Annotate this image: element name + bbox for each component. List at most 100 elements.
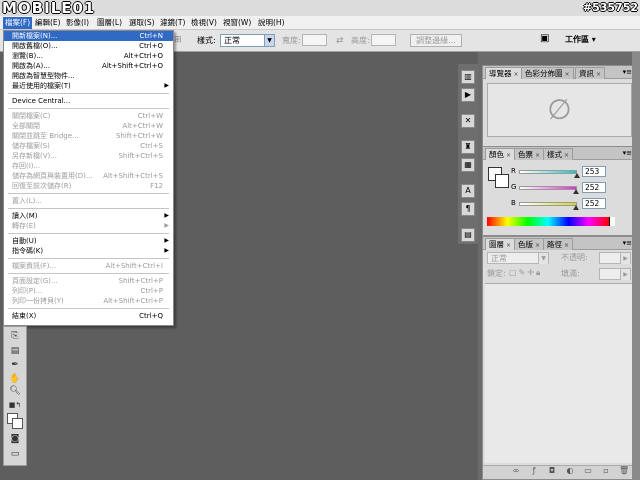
- channel-slider[interactable]: [519, 202, 577, 206]
- actions-dock-icon[interactable]: ▶: [461, 88, 475, 102]
- pen-tool-icon[interactable]: ✒: [7, 359, 23, 371]
- file-menu-item[interactable]: Device Central...: [4, 96, 173, 106]
- slider-knob[interactable]: [573, 205, 580, 210]
- submenu-arrow-icon: ▶: [164, 247, 169, 254]
- quick-mask-icon[interactable]: ◙: [7, 433, 23, 445]
- delete-layer-icon[interactable]: 🗑︎: [619, 466, 629, 476]
- submenu-arrow-icon: ▶: [164, 82, 169, 89]
- file-menu-item[interactable]: 最近使用的檔案(T) ▶: [4, 81, 173, 91]
- eraser-tool-icon[interactable]: ▤: [7, 345, 23, 357]
- navigator-panel: 導覽器 × 色彩分佈圖 × 資訊 × ▾≡ ∅: [482, 65, 636, 149]
- slider-knob[interactable]: [573, 173, 580, 178]
- slider-knob[interactable]: [573, 189, 580, 194]
- menu-item-3[interactable]: 圖層(L): [95, 17, 124, 29]
- menu-item-0[interactable]: 檔案(F): [3, 17, 33, 29]
- channel-slider[interactable]: [519, 186, 577, 190]
- white-swatch[interactable]: [609, 217, 615, 226]
- close-tab-icon[interactable]: ×: [564, 242, 569, 249]
- channel-value-input[interactable]: 253: [582, 166, 606, 177]
- file-menu-item-shortcut: F12: [150, 182, 163, 190]
- close-tab-icon[interactable]: ×: [514, 71, 519, 78]
- menu-item-2[interactable]: 影像(I): [64, 17, 91, 29]
- close-tab-icon[interactable]: ×: [535, 152, 540, 159]
- character-dock-icon[interactable]: A: [461, 184, 475, 198]
- menu-item-4[interactable]: 選取(S): [127, 17, 157, 29]
- file-menu-item[interactable]: 自動(U) ▶: [4, 236, 173, 246]
- file-menu-item[interactable]: 瀏覽(B)... Alt+Ctrl+O: [4, 51, 173, 61]
- layer-comps-dock-icon[interactable]: ▤: [461, 228, 475, 242]
- lock-options-icons[interactable]: ▢✎✛🔒︎: [509, 267, 542, 279]
- navigator-dock-icon[interactable]: ▥: [461, 70, 475, 84]
- close-tab-icon[interactable]: ×: [535, 242, 540, 249]
- close-tab-icon[interactable]: ×: [596, 71, 601, 78]
- blend-mode-select[interactable]: 正常 ▼: [487, 252, 549, 264]
- file-menu-item[interactable]: 讀入(M) ▶: [4, 211, 173, 221]
- close-tab-icon[interactable]: ×: [565, 71, 570, 78]
- panel-menu-icon[interactable]: ▾≡: [623, 239, 632, 248]
- channel-value-input[interactable]: 252: [582, 182, 606, 193]
- refine-edge-button[interactable]: 調整邊緣...: [410, 34, 462, 47]
- menu-item-6[interactable]: 檢視(V): [189, 17, 219, 29]
- menu-item-1[interactable]: 編輯(E): [33, 17, 63, 29]
- file-menu-item[interactable]: 開啟為智慧型物件...: [4, 71, 173, 81]
- menu-item-8[interactable]: 說明(H): [256, 17, 287, 29]
- new-group-icon[interactable]: ▭: [583, 466, 593, 476]
- channel-value-input[interactable]: 252: [582, 198, 606, 209]
- screen-mode-icon[interactable]: ▭: [7, 448, 23, 460]
- menu-item-5[interactable]: 濾鏡(T): [158, 17, 187, 29]
- opacity-input[interactable]: ▶: [599, 252, 631, 264]
- panel-tab[interactable]: 圖層 ×: [485, 238, 516, 250]
- panel-tab[interactable]: 路徑 ×: [543, 238, 574, 250]
- panel-menu-icon[interactable]: ▾≡: [623, 149, 632, 158]
- layer-mask-icon[interactable]: ◘: [547, 466, 557, 476]
- swap-icon[interactable]: ⇄: [336, 35, 344, 47]
- panel-tab[interactable]: 色彩分佈圖 ×: [521, 67, 574, 79]
- file-menu-item-label: 自動(U): [12, 237, 37, 245]
- file-menu-item[interactable]: 指令碼(K) ▶: [4, 246, 173, 256]
- file-menu-item[interactable]: 結束(X) Ctrl+Q: [4, 311, 173, 321]
- tools-dock-icon[interactable]: ✕: [461, 114, 475, 128]
- clone-stamp-tool-icon[interactable]: ⎘: [7, 330, 23, 342]
- channel-slider[interactable]: [519, 170, 577, 174]
- file-menu-item[interactable]: 開啟為(A)... Alt+Shift+Ctrl+O: [4, 61, 173, 71]
- panel-tab[interactable]: 導覽器 ×: [485, 67, 523, 79]
- adjustment-layer-icon[interactable]: ◐: [565, 466, 575, 476]
- style-select[interactable]: 正常 ▼: [220, 34, 275, 47]
- empty-preview-icon: ∅: [547, 93, 572, 126]
- menu-item-7[interactable]: 視窗(W): [221, 17, 253, 29]
- file-menu-item[interactable]: 開啟舊檔(O)... Ctrl+O: [4, 41, 173, 51]
- layer-style-icon[interactable]: ƒ: [529, 466, 539, 476]
- panel-menu-icon[interactable]: ▾≡: [623, 68, 632, 77]
- close-tab-icon[interactable]: ×: [506, 242, 511, 249]
- layers-tabs: 圖層 × 色版 × 路徑 ×: [483, 237, 635, 250]
- file-menu-item-label: 回復至前次儲存(R): [12, 182, 72, 190]
- file-menu-item-label: 關閉並跳至 Bridge...: [12, 132, 79, 140]
- zoom-tool-icon[interactable]: 🔍︎: [7, 385, 23, 397]
- panel-tab[interactable]: 色版 ×: [514, 238, 545, 250]
- swap-colors-icon[interactable]: ■↰: [7, 399, 23, 411]
- file-menu-item[interactable]: 開新檔案(N)... Ctrl+N: [4, 31, 173, 41]
- history-dock-icon[interactable]: ♜: [461, 140, 475, 154]
- chevron-down-icon: ▼: [264, 35, 274, 46]
- workspace-button[interactable]: 工作區 ▾: [565, 34, 596, 46]
- background-color-swatch[interactable]: [12, 418, 23, 429]
- panel-tab[interactable]: 顏色 ×: [485, 148, 516, 160]
- file-menu-item: 全部關閉 Alt+Ctrl+W: [4, 121, 173, 131]
- file-menu-item-shortcut: Alt+Shift+Ctrl+O: [102, 62, 163, 70]
- color-spectrum-bar[interactable]: [487, 217, 609, 226]
- background-swatch[interactable]: [495, 174, 509, 188]
- panel-tab[interactable]: 資訊 ×: [575, 67, 606, 79]
- link-layers-icon[interactable]: ∞: [511, 466, 521, 476]
- close-tab-icon[interactable]: ×: [564, 152, 569, 159]
- paragraph-dock-icon[interactable]: ¶: [461, 202, 475, 216]
- height-input[interactable]: [371, 34, 396, 46]
- width-input[interactable]: [302, 34, 327, 46]
- fill-input[interactable]: ▶: [599, 268, 631, 280]
- brush-dock-icon[interactable]: ▦: [461, 158, 475, 172]
- panel-tab[interactable]: 色票 ×: [514, 148, 545, 160]
- bridge-icon[interactable]: ▣: [540, 33, 549, 45]
- close-tab-icon[interactable]: ×: [506, 152, 511, 159]
- new-layer-icon[interactable]: ▫: [601, 466, 611, 476]
- panel-tab[interactable]: 樣式 ×: [543, 148, 574, 160]
- hand-tool-icon[interactable]: ✋: [7, 373, 23, 385]
